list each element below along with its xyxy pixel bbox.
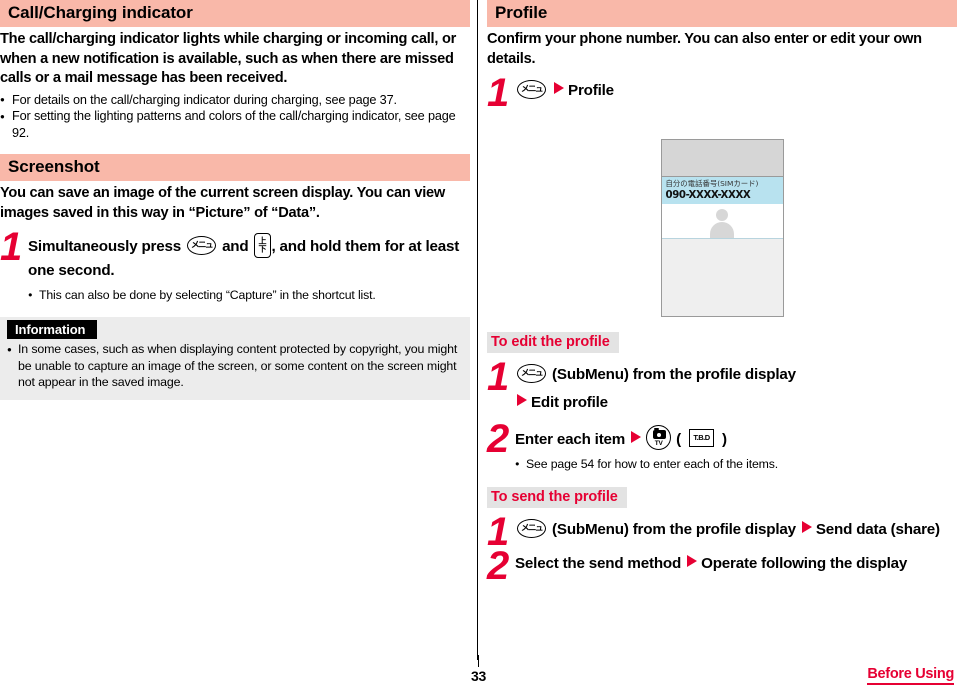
step-number: 2	[487, 417, 509, 461]
list-item: In some cases, such as when displaying c…	[7, 341, 460, 391]
section-heading-call-charging-indicator: Call/Charging indicator	[0, 0, 470, 27]
page-number: 33	[471, 668, 486, 684]
screenshot-intro-text: You can save an image of the current scr…	[0, 185, 445, 221]
information-bullet-list: In some cases, such as when displaying c…	[7, 341, 460, 391]
profile-step-1: 1 メニュ Profile	[487, 73, 957, 113]
step-number: 1	[0, 225, 22, 269]
section-heading-profile: Profile	[487, 0, 957, 27]
edit-profile-step-1: 1 メニュ (SubMenu) from the profile display…	[487, 357, 957, 415]
menu-key-icon: メニュ	[187, 236, 217, 255]
list-item: For details on the call/charging indicat…	[0, 91, 470, 109]
menu-key-glyph: メニュ	[191, 240, 214, 250]
subsection-heading-send-profile: To send the profile	[487, 487, 627, 508]
step-text-fragment: Operate following the display	[701, 555, 908, 572]
step-text-fragment: Send data (share)	[815, 521, 940, 538]
camera-lens-shape	[657, 432, 662, 437]
list-item: This can also be done by selecting “Capt…	[28, 286, 470, 303]
information-box: Information In some cases, such as when …	[0, 316, 470, 400]
information-label: Information	[7, 320, 98, 339]
step-body: Simultaneously press メニュ and 上下, and hol…	[28, 233, 470, 283]
send-profile-step-2: 2 Select the send method Operate followi…	[487, 546, 957, 586]
footer-chapter-label: Before Using	[867, 666, 954, 685]
edit-profile-step-2: 2 Enter each item TV ( T.B.D) See page 54…	[487, 419, 957, 472]
step-number: 1	[487, 355, 509, 399]
subsection-edit-profile: To edit the profile 1 メニュ (SubMenu) from…	[487, 317, 957, 472]
avatar	[709, 208, 735, 238]
camera-body-shape	[652, 428, 666, 439]
clear-key-icon: 上下	[253, 233, 271, 258]
avatar-body	[710, 221, 734, 238]
call-charging-bullet-list: For details on the call/charging indicat…	[0, 91, 470, 142]
arrow-right-icon	[801, 521, 812, 533]
step-text-fragment: Edit profile	[531, 394, 608, 411]
phone-screen-body	[661, 238, 783, 316]
menu-key-glyph: メニュ	[520, 523, 544, 533]
camera-tv-key-icon: TV	[646, 425, 672, 450]
step-body: Enter each item TV ( T.B.D)	[515, 425, 957, 452]
manual-page: Call/Charging indicator The call/chargin…	[0, 0, 957, 688]
menu-key-glyph: メニュ	[520, 368, 544, 378]
paren-close: )	[722, 431, 727, 448]
call-charging-intro-text: The call/charging indicator lights while…	[0, 31, 457, 86]
step-text-fragment: Select the send method	[515, 555, 682, 572]
step-body: メニュ (SubMenu) from the profile display E…	[515, 363, 957, 415]
step-text-fragment: and	[222, 238, 249, 255]
menu-key-icon: メニュ	[517, 80, 546, 99]
screenshot-step-1-notes: This can also be done by selecting “Capt…	[28, 286, 470, 303]
phone-screen-titlebar	[661, 140, 783, 177]
list-item: For setting the lighting patterns and co…	[0, 108, 470, 141]
list-item: See page 54 for how to enter each of the…	[515, 455, 957, 472]
edit-profile-step-2-notes: See page 54 for how to enter each of the…	[515, 455, 957, 472]
avatar-head	[716, 208, 728, 221]
send-profile-step-1: 1 メニュ (SubMenu) from the profile display…	[487, 512, 957, 552]
arrow-right-icon	[554, 82, 565, 94]
step-text-fragment: Enter each item	[515, 431, 626, 448]
menu-key-glyph: メニュ	[520, 84, 544, 94]
phone-screen-number-block: 自分の電話番号(SIMカード) 090-XXXX-XXXX	[661, 177, 783, 204]
phone-screen-avatar-row	[661, 203, 783, 239]
arrow-right-icon	[631, 431, 642, 443]
camera-bump-shape	[654, 428, 659, 431]
step-number: 1	[487, 71, 509, 115]
clear-key-glyph: 上下	[258, 236, 267, 254]
profile-intro-text: Confirm your phone number. You can also …	[487, 31, 922, 67]
menu-key-icon: メニュ	[517, 364, 546, 383]
right-column: Profile Confirm your phone number. You c…	[487, 0, 957, 586]
left-column: Call/Charging indicator The call/chargin…	[0, 0, 470, 400]
subsection-heading-edit-profile: To edit the profile	[487, 332, 619, 353]
menu-key-icon: メニュ	[517, 519, 546, 538]
camera-key-label: TV	[654, 440, 663, 447]
step-text-fragment: Profile	[568, 82, 614, 99]
paren-open: (	[676, 431, 682, 448]
step-sub-line: Edit profile	[515, 391, 957, 415]
screenshot-step-1: 1 Simultaneously press メニュ and 上下, and h…	[0, 227, 470, 303]
phone-number-field-label: 自分の電話番号(SIMカード)	[665, 179, 759, 188]
step-body: メニュ (SubMenu) from the profile display S…	[515, 518, 957, 542]
step-body: Select the send method Operate following…	[515, 552, 957, 576]
phone-screen-mockup-wrapper: 自分の電話番号(SIMカード) 090-XXXX-XXXX	[487, 139, 957, 317]
column-divider	[477, 0, 478, 660]
arrow-right-icon	[687, 555, 698, 567]
section-heading-screenshot: Screenshot	[0, 154, 470, 181]
arrow-right-icon	[517, 394, 527, 406]
subsection-send-profile: To send the profile 1 メニュ (SubMenu) from…	[487, 472, 957, 586]
step-body: メニュ Profile	[515, 79, 957, 103]
tbd-placeholder-icon: T.B.D	[689, 429, 715, 447]
phone-number-value: 090-XXXX-XXXX	[665, 189, 751, 201]
step-text-fragment: Simultaneously press	[28, 238, 181, 255]
step-number: 2	[487, 544, 509, 588]
phone-screen-mockup: 自分の電話番号(SIMカード) 090-XXXX-XXXX	[660, 139, 784, 317]
footer-divider-tick	[478, 655, 479, 667]
step-text-fragment: (SubMenu) from the profile display	[552, 521, 796, 538]
tbd-label: T.B.D	[693, 433, 710, 442]
step-text-fragment: (SubMenu) from the profile display	[552, 366, 796, 383]
